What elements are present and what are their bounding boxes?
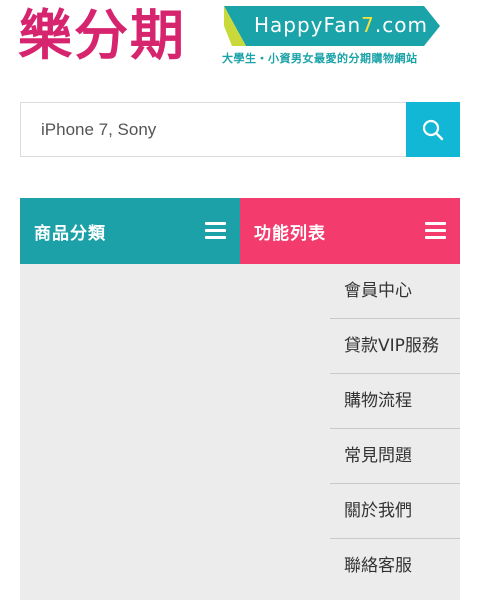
menu-item-contact-support[interactable]: 聯絡客服 — [330, 539, 460, 594]
logo-char: 樂 — [18, 3, 74, 67]
search-icon — [422, 119, 444, 140]
site-slogan: 大學生・小資男女最愛的分期購物網站 — [222, 52, 418, 65]
badge-suffix: .com — [374, 13, 428, 37]
search-button[interactable] — [406, 102, 460, 157]
function-menu-label: 功能列表 — [254, 223, 326, 244]
search-input[interactable] — [20, 102, 406, 157]
search-bar — [20, 102, 460, 157]
menu-item-faq[interactable]: 常見問題 — [330, 429, 460, 484]
function-menu-list: 會員中心 貸款VIP服務 購物流程 常見問題 關於我們 聯絡客服 — [330, 264, 460, 594]
menu-item-about-us[interactable]: 關於我們 — [330, 484, 460, 539]
category-menu-label: 商品分類 — [34, 223, 106, 244]
category-menu-button[interactable]: 商品分類 — [20, 198, 240, 264]
menu-item-member-center[interactable]: 會員中心 — [330, 264, 460, 319]
menu-icon — [205, 222, 226, 240]
site-logo[interactable]: 樂分期 — [18, 2, 186, 68]
badge-text: HappyFan7.com — [254, 13, 428, 37]
logo-char: 分 — [74, 3, 130, 67]
page: 樂分期 HappyFan7.com 大學生・小資男女最愛的分期購物網站 商品分類… — [0, 0, 480, 600]
badge-seven: 7 — [361, 13, 375, 37]
function-menu-button[interactable]: 功能列表 — [240, 198, 460, 264]
logo-char: 期 — [130, 3, 186, 67]
function-menu-panel: 會員中心 貸款VIP服務 購物流程 常見問題 關於我們 聯絡客服 — [20, 264, 460, 600]
brand-badge[interactable]: HappyFan7.com — [224, 6, 444, 46]
badge-prefix: HappyFan — [254, 13, 362, 37]
menu-item-loan-vip[interactable]: 貸款VIP服務 — [330, 319, 460, 374]
menu-icon — [425, 222, 446, 240]
menu-item-shopping-process[interactable]: 購物流程 — [330, 374, 460, 429]
